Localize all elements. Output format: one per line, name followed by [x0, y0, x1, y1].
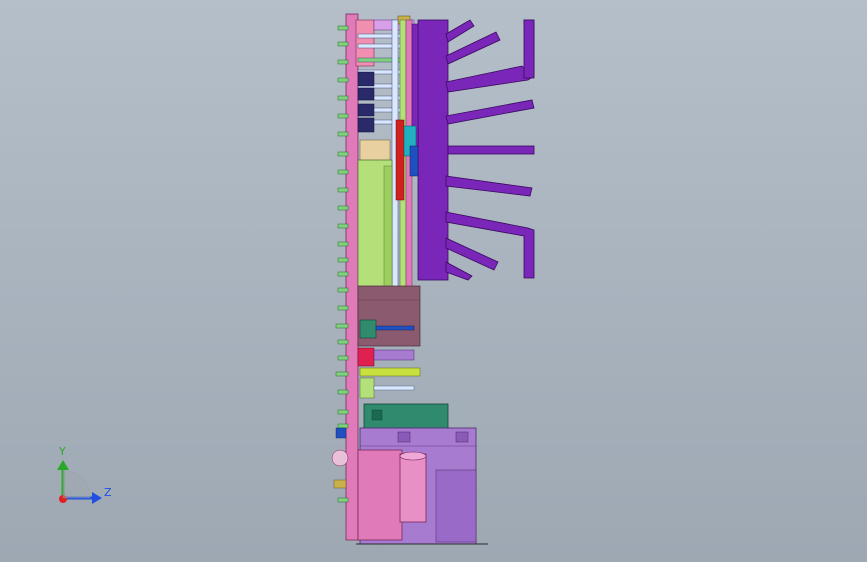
y-axis-label: Y: [58, 445, 66, 458]
z-axis-label: Z: [104, 486, 112, 499]
axis-triad[interactable]: Y Z: [0, 0, 867, 562]
cad-viewport[interactable]: Y Z: [0, 0, 867, 562]
